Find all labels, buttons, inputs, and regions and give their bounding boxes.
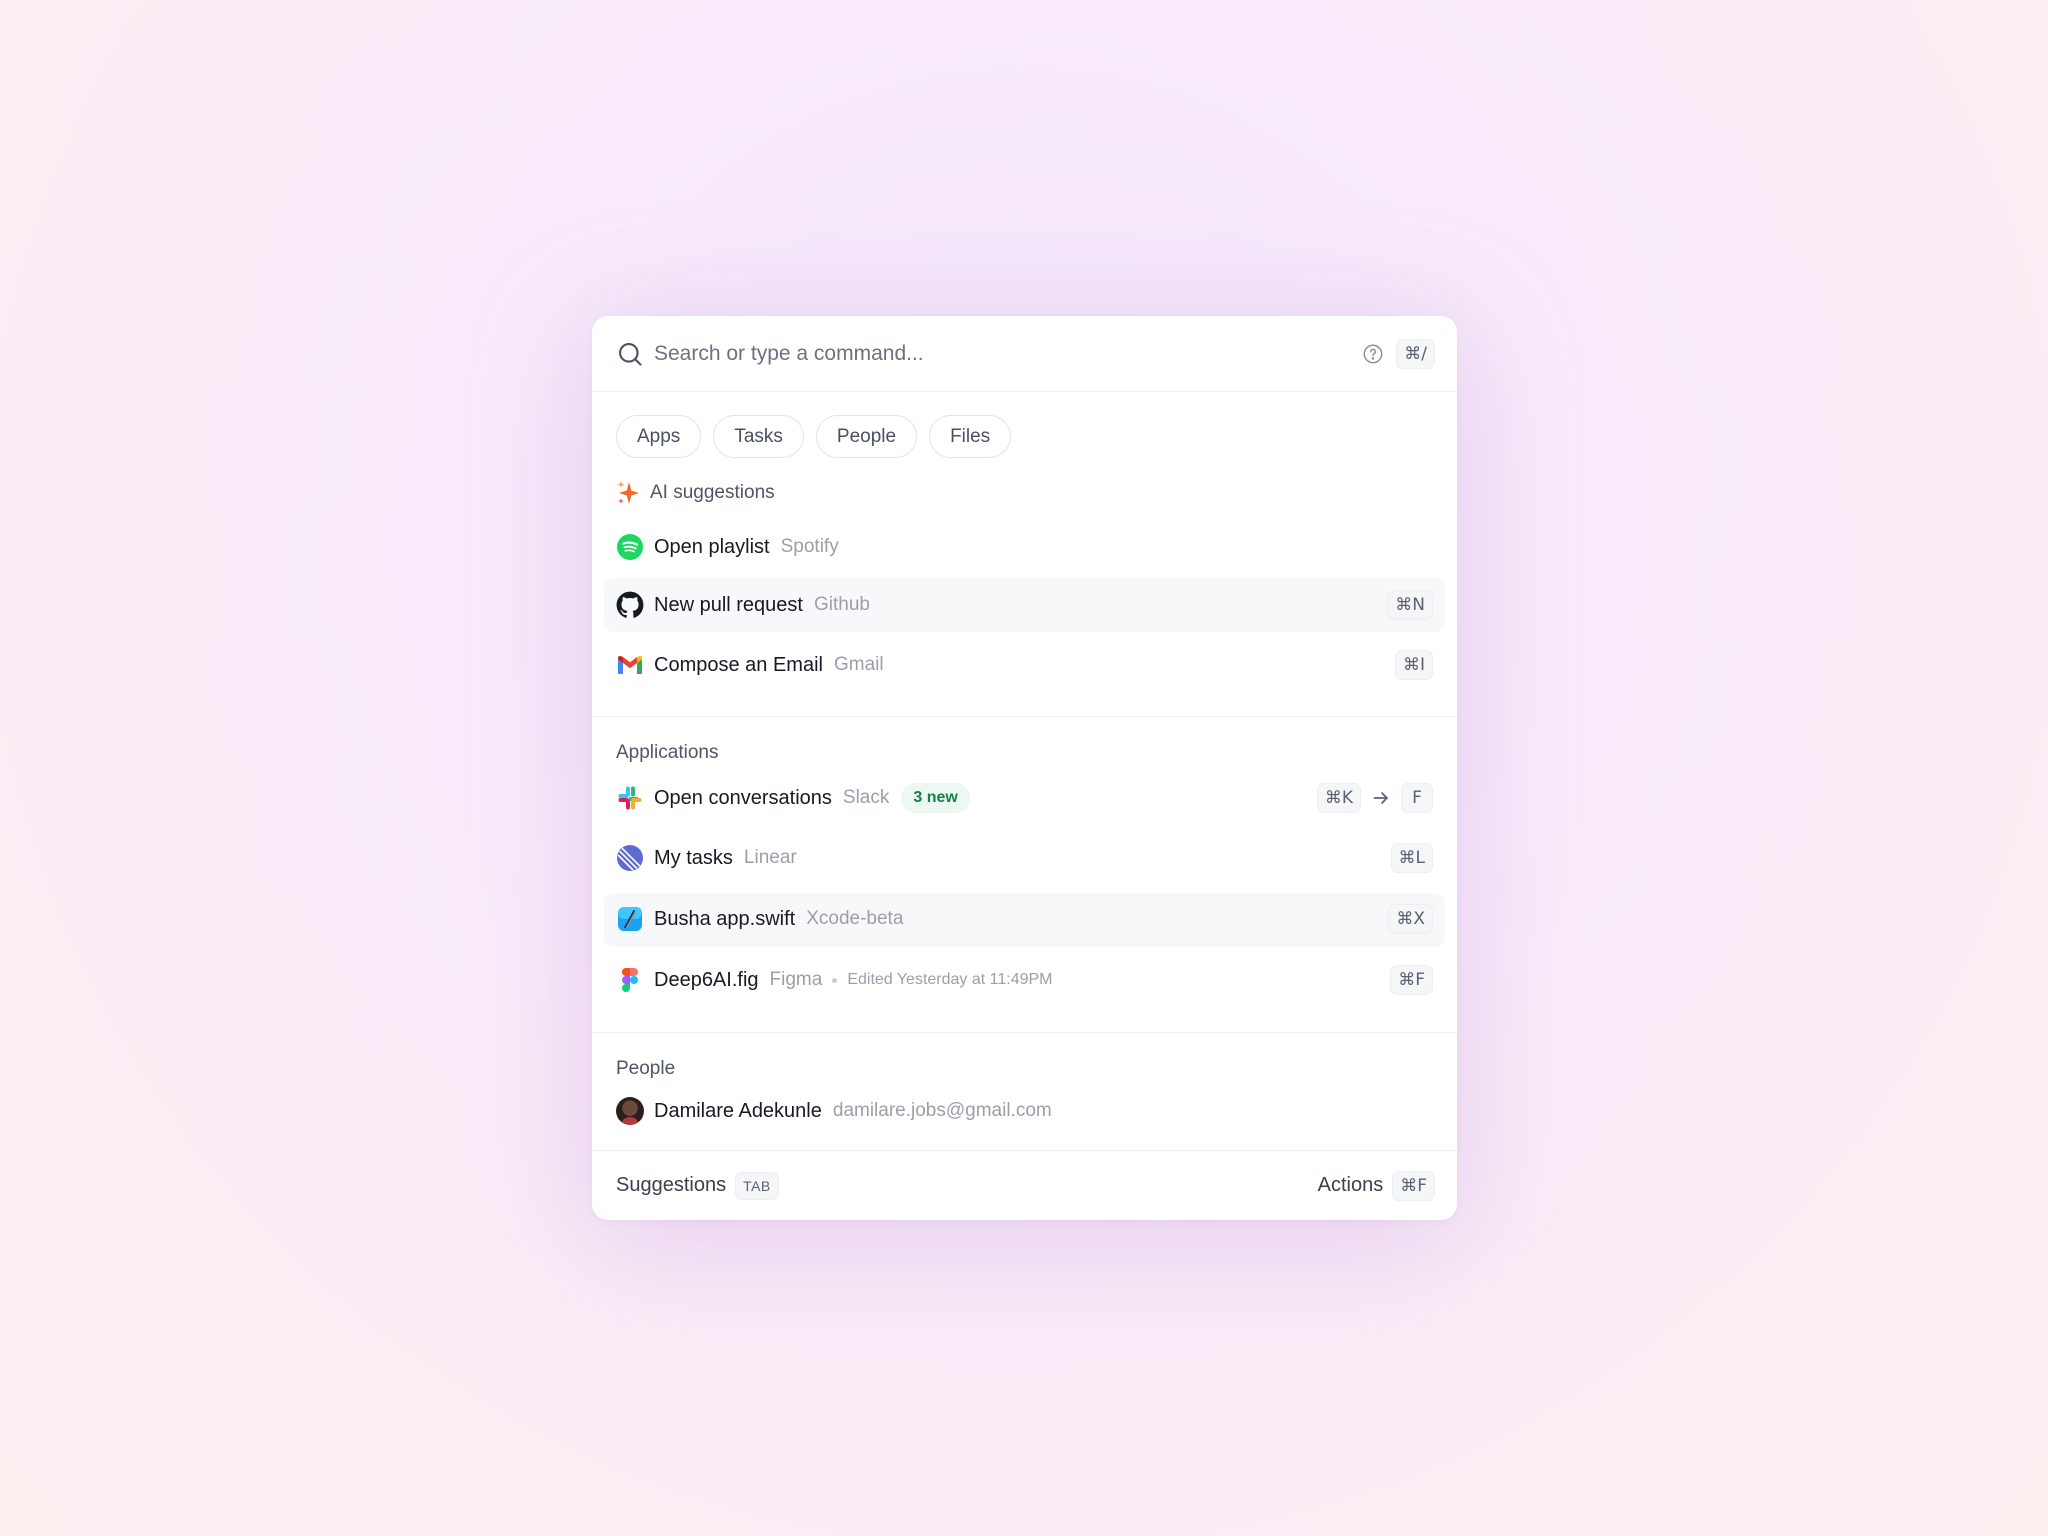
list-item-deep6ai-fig[interactable]: Deep6AI.fig Figma Edited Yesterday at 11… [604,953,1445,1007]
help-shortcut-key: ⌘/ [1396,338,1435,369]
section-divider [592,1032,1457,1033]
item-title: New pull request [654,593,803,616]
list-item-open-conversations[interactable]: Open conversations Slack 3 new ⌘K F [604,771,1445,825]
item-title: My tasks [654,846,733,869]
person-name: Damilare Adekunle [654,1099,822,1122]
item-app-name: Gmail [833,654,884,675]
item-title: Deep6AI.fig [654,968,759,991]
list-item-person[interactable]: Damilare Adekunle damilare.jobs@gmail.co… [604,1086,1445,1136]
applications-title: Applications [616,742,719,763]
slack-icon [616,784,644,812]
filter-chip-apps[interactable]: Apps [616,415,702,458]
section-divider [592,716,1457,717]
list-item-my-tasks[interactable]: My tasks Linear ⌘L [604,831,1445,885]
ai-suggestions-title: AI suggestions [650,482,775,503]
item-title: Busha app.swift [654,907,796,930]
search-bar: ⌘/ [592,316,1457,392]
filter-chips: Apps Tasks People Files [616,415,1012,458]
search-icon [619,342,642,366]
help-circle-icon[interactable] [1362,343,1384,365]
search-input[interactable] [654,341,1363,366]
list-item-new-pull-request-row[interactable]: New pull request Github ⌘N [604,578,1445,632]
avatar [616,1097,644,1125]
separator-dot [832,977,838,983]
filter-chip-tasks[interactable]: Tasks [713,415,804,458]
people-title: People [616,1058,676,1079]
item-title: Compose an Email [654,653,823,676]
person-email: damilare.jobs@gmail.com [832,1100,1052,1121]
people-heading: People [616,1058,675,1080]
list-item-compose-email[interactable]: Compose an Email Gmail ⌘I [604,638,1445,692]
avatar-wrapper [616,1097,644,1125]
filter-chip-people[interactable]: People [815,415,918,458]
linear-icon [616,844,644,872]
shortcut-key: ⌘F [1390,965,1433,995]
item-app-name: Spotify [780,536,839,557]
shortcut-key: ⌘I [1394,650,1433,680]
shortcut-key: ⌘X [1388,904,1433,934]
xcode-icon [616,905,644,933]
item-app-name: Slack [842,787,890,808]
actions-label[interactable]: Actions [1318,1174,1384,1197]
shortcut-key-secondary: F [1401,783,1433,813]
item-app-name: Figma [769,969,823,990]
item-app-name: Linear [743,847,797,868]
spotify-icon [616,533,644,561]
tab-key: TAB [735,1171,779,1200]
list-item-open-playlist[interactable]: Open playlist Spotify [604,520,1445,574]
item-edited-meta: Edited Yesterday at 11:49PM [847,971,1053,988]
shortcut-key: ⌘N [1387,590,1433,620]
footer-actions[interactable]: Actions ⌘F [1318,1170,1435,1201]
ai-suggestions-heading: AI suggestions [616,479,775,507]
github-icon [616,591,644,619]
item-app-name: Github [813,594,870,615]
filter-chip-files[interactable]: Files [929,415,1012,458]
figma-icon [616,966,644,994]
sparkle-icon [617,481,639,504]
shortcut-key: ⌘K [1316,783,1361,813]
item-title: Open conversations [654,786,832,809]
applications-heading: Applications [616,742,718,764]
item-app-name: Xcode-beta [806,908,904,929]
arrow-right-icon [1373,792,1388,804]
actions-shortcut-key: ⌘F [1392,1170,1435,1201]
list-item-busha-swift[interactable]: Busha app.swift Xcode-beta ⌘X [604,892,1445,946]
footer-bar: Suggestions TAB Actions ⌘F [592,1151,1457,1220]
gmail-icon [616,651,644,679]
new-count-badge: 3 new [901,783,970,813]
command-palette: ⌘/ Apps Tasks People Files AI suggestion… [592,316,1457,1220]
suggestions-label[interactable]: Suggestions [616,1174,726,1197]
item-title: Open playlist [654,535,770,558]
shortcut-key: ⌘L [1390,843,1433,873]
